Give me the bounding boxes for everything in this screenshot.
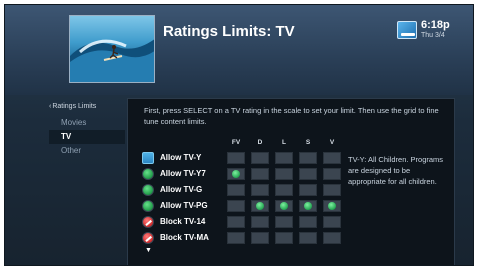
- dish-network-icon: [397, 21, 417, 39]
- column-header-v: V: [329, 139, 335, 146]
- content-limit-cell[interactable]: [323, 232, 341, 244]
- content-limit-cell[interactable]: [275, 216, 293, 228]
- content-limit-cell[interactable]: [299, 200, 317, 212]
- rating-label: Block TV-MA: [160, 233, 209, 242]
- content-limit-cell[interactable]: [299, 232, 317, 244]
- rating-description: TV-Y: All Children. Programs are designe…: [348, 155, 444, 186]
- content-limit-cell[interactable]: [275, 200, 293, 212]
- allow-icon: [142, 200, 154, 212]
- allow-icon: [142, 168, 154, 180]
- instructions-text: First, press SELECT on a TV rating in th…: [144, 106, 439, 126]
- sidebar-back[interactable]: ‹ Ratings Limits: [49, 103, 125, 110]
- clock-time: 6:18p: [421, 19, 450, 31]
- content-limit-cell[interactable]: [251, 168, 269, 180]
- program-thumbnail: [69, 15, 155, 83]
- content-limit-cell[interactable]: [323, 200, 341, 212]
- content-limit-cell[interactable]: [227, 232, 245, 244]
- page-title: Ratings Limits: TV: [163, 23, 295, 40]
- content-limit-cell[interactable]: [251, 184, 269, 196]
- tv-screen: Ratings Limits: TV 6:18p Thu 3/4 ‹ Ratin…: [4, 4, 474, 266]
- sidebar-item-tv[interactable]: TV: [49, 130, 125, 144]
- selected-rating-icon: [142, 152, 154, 164]
- content-limit-cell[interactable]: [251, 200, 269, 212]
- column-header-s: S: [305, 139, 311, 146]
- ratings-panel: First, press SELECT on a TV rating in th…: [127, 98, 455, 265]
- content-limit-cell[interactable]: [251, 216, 269, 228]
- content-limit-cell[interactable]: [275, 184, 293, 196]
- block-icon: [142, 216, 154, 228]
- sidebar: ‹ Ratings Limits Movies TV Other: [49, 103, 125, 158]
- content-limit-cell[interactable]: [299, 152, 317, 164]
- content-limit-cell[interactable]: [299, 168, 317, 180]
- content-limit-cell[interactable]: [299, 216, 317, 228]
- content-limit-cell[interactable]: [323, 184, 341, 196]
- sidebar-back-label: Ratings Limits: [52, 103, 97, 110]
- content-limit-cell[interactable]: [323, 216, 341, 228]
- content-limit-cell[interactable]: [251, 232, 269, 244]
- rating-label: Allow TV-Y7: [160, 169, 206, 178]
- content-limit-cell[interactable]: [275, 152, 293, 164]
- content-limit-cell[interactable]: [227, 200, 245, 212]
- scroll-down-icon[interactable]: ▼: [145, 247, 152, 254]
- content-limit-cell[interactable]: [227, 216, 245, 228]
- rating-label: Allow TV-G: [160, 185, 203, 194]
- chevron-left-icon: ‹: [49, 103, 52, 110]
- content-limit-cell[interactable]: [275, 168, 293, 180]
- sidebar-item-movies[interactable]: Movies: [49, 116, 125, 130]
- clock-date: Thu 3/4: [421, 32, 445, 39]
- column-header-l: L: [282, 139, 286, 146]
- content-limit-cell[interactable]: [227, 168, 245, 180]
- block-icon: [142, 232, 154, 244]
- allow-icon: [142, 184, 154, 196]
- content-limit-cell[interactable]: [323, 168, 341, 180]
- content-limit-cell[interactable]: [251, 152, 269, 164]
- surfer-wave-image: [70, 39, 154, 82]
- rating-label: Allow TV-PG: [160, 201, 208, 210]
- content-limit-cell[interactable]: [323, 152, 341, 164]
- clock: 6:18p Thu 3/4: [421, 19, 450, 39]
- content-limit-cell[interactable]: [227, 152, 245, 164]
- rating-label: Block TV-14: [160, 217, 206, 226]
- column-header-fv: FV: [231, 139, 241, 146]
- content-limit-cell[interactable]: [275, 232, 293, 244]
- rating-label: Allow TV-Y: [160, 153, 202, 162]
- column-header-d: D: [257, 139, 263, 146]
- content-limit-cell[interactable]: [299, 184, 317, 196]
- content-limit-cell[interactable]: [227, 184, 245, 196]
- sidebar-item-other[interactable]: Other: [49, 144, 125, 158]
